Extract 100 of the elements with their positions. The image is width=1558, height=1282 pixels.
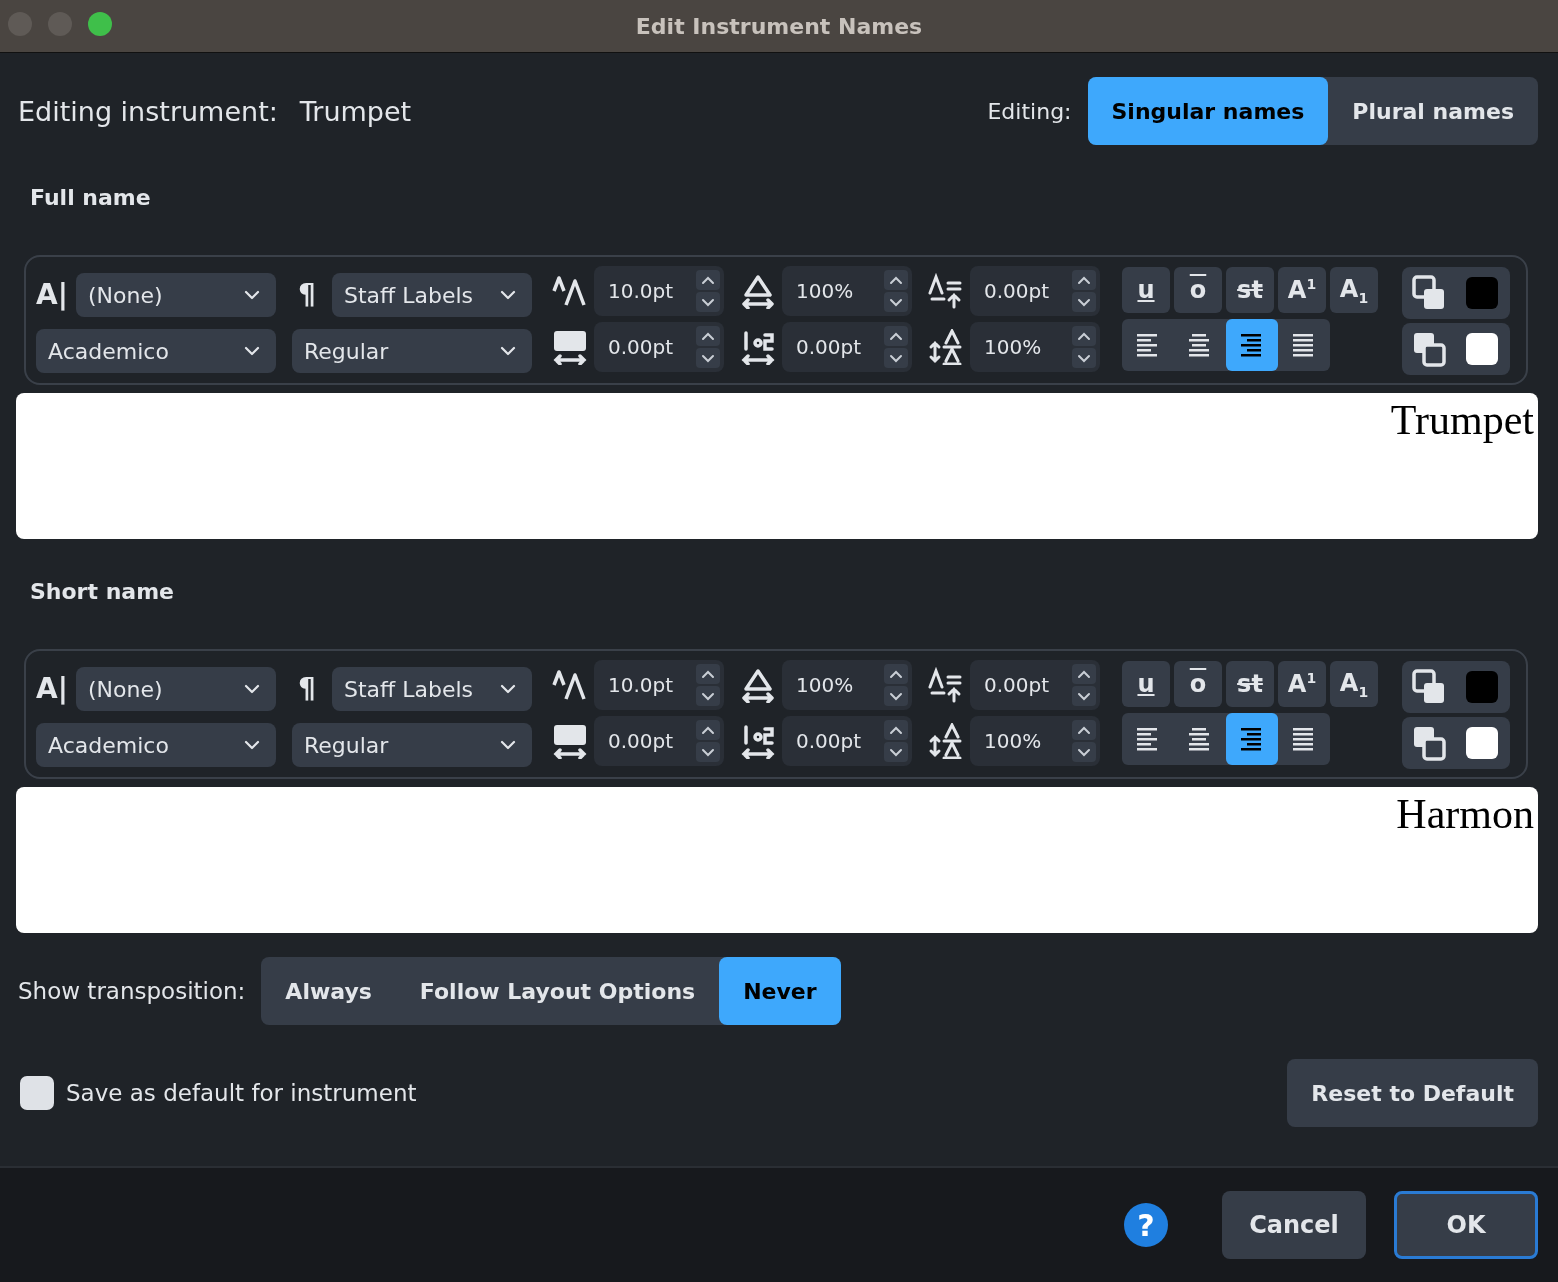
background-layers-icon — [1412, 331, 1446, 367]
strike-button[interactable]: st — [1226, 267, 1274, 313]
strike-button[interactable]: st — [1226, 661, 1274, 707]
segment-tab[interactable]: Plural names — [1328, 77, 1538, 145]
checkbox-label: Save as default for instrument — [66, 1080, 417, 1106]
segment-tab[interactable]: Never — [719, 957, 841, 1025]
step-down-button[interactable] — [884, 686, 908, 706]
character-style-dropdown[interactable]: (None) — [76, 667, 276, 711]
step-down-button[interactable] — [884, 292, 908, 312]
subscript-button[interactable]: A$_{1}$ — [1330, 661, 1378, 707]
spin-field[interactable]: 0.00pt — [970, 660, 1100, 710]
overline-button[interactable]: o — [1174, 661, 1222, 707]
spin-field[interactable]: 100% — [970, 716, 1100, 766]
step-down-button[interactable] — [884, 348, 908, 368]
step-up-button[interactable] — [1072, 720, 1096, 740]
chevron-down-icon — [701, 747, 715, 757]
underline-button[interactable]: u — [1122, 267, 1170, 313]
step-up-button[interactable] — [696, 326, 720, 346]
step-up-button[interactable] — [696, 664, 720, 684]
chevron-down-icon — [500, 684, 516, 694]
name-preview-field[interactable]: Harmon — [16, 787, 1538, 933]
spin-field[interactable]: 0.00pt — [594, 716, 724, 766]
step-down-button[interactable] — [884, 742, 908, 762]
chevron-down-icon — [244, 684, 260, 694]
step-down-button[interactable] — [1072, 292, 1096, 312]
step-up-button[interactable] — [884, 326, 908, 346]
chevron-down-icon — [889, 747, 903, 757]
chevron-up-icon — [1077, 669, 1091, 679]
ok-button[interactable]: OK — [1394, 1191, 1538, 1259]
chevron-up-icon — [1077, 725, 1091, 735]
step-up-button[interactable] — [1072, 664, 1096, 684]
subscript-button[interactable]: A$_{1}$ — [1330, 267, 1378, 313]
chevron-down-icon — [500, 346, 516, 356]
spin-field[interactable]: 0.00pt — [970, 266, 1100, 316]
step-down-button[interactable] — [696, 292, 720, 312]
character-style-dropdown[interactable]: (None) — [76, 273, 276, 317]
help-button[interactable]: ? — [1124, 1203, 1168, 1247]
cancel-button[interactable]: Cancel — [1222, 1191, 1366, 1259]
step-up-button[interactable] — [1072, 326, 1096, 346]
foreground-color-button[interactable] — [1402, 267, 1510, 319]
paragraph-style-dropdown[interactable]: Staff Labels — [332, 273, 532, 317]
segment-tab[interactable]: Singular names — [1087, 77, 1329, 145]
font-dropdown[interactable]: Academico — [36, 723, 276, 767]
chevron-up-icon — [701, 275, 715, 285]
foreground-color-button[interactable] — [1402, 661, 1510, 713]
spin-field[interactable]: 100% — [782, 660, 912, 710]
chevron-down-icon — [701, 353, 715, 363]
segment-tab[interactable]: Always — [261, 957, 396, 1025]
section-heading: Short name — [30, 579, 175, 606]
spin-field[interactable]: 10.0pt — [594, 266, 724, 316]
align-right-button[interactable] — [1226, 713, 1278, 765]
background-color-button[interactable] — [1402, 717, 1510, 769]
step-down-button[interactable] — [1072, 686, 1096, 706]
paragraph-style-dropdown[interactable]: Staff Labels — [332, 667, 532, 711]
font-dropdown[interactable]: Academico — [36, 329, 276, 373]
spin-field[interactable]: 0.00pt — [782, 716, 912, 766]
foreground-layers-icon — [1412, 669, 1446, 705]
chevron-down-icon — [500, 740, 516, 750]
background-color-button[interactable] — [1402, 323, 1510, 375]
zoom-window-button[interactable] — [88, 12, 112, 36]
align-left-icon — [1137, 727, 1159, 751]
chevron-up-icon — [889, 275, 903, 285]
font-style-dropdown[interactable]: Regular — [292, 723, 532, 767]
spin-field[interactable]: 100% — [970, 322, 1100, 372]
spin-field[interactable]: 10.0pt — [594, 660, 724, 710]
step-down-button[interactable] — [696, 742, 720, 762]
chevron-down-icon — [500, 290, 516, 300]
checkbox[interactable] — [20, 1076, 54, 1110]
foreground-layers-icon — [1412, 275, 1446, 311]
align-justify-icon — [1293, 333, 1315, 357]
step-up-button[interactable] — [696, 270, 720, 290]
section-heading: Full name — [30, 185, 152, 212]
step-up-button[interactable] — [696, 720, 720, 740]
step-up-button[interactable] — [884, 720, 908, 740]
spin-field[interactable]: 100% — [782, 266, 912, 316]
font-style-dropdown[interactable]: Regular — [292, 329, 532, 373]
underline-button[interactable]: u — [1122, 661, 1170, 707]
spin-field[interactable]: 0.00pt — [782, 322, 912, 372]
tracking-icon — [552, 329, 588, 365]
chevron-down-icon — [701, 691, 715, 701]
chevron-down-icon — [1077, 691, 1091, 701]
align-right-button[interactable] — [1226, 319, 1278, 371]
line-icon — [928, 329, 964, 365]
step-down-button[interactable] — [1072, 742, 1096, 762]
step-down-button[interactable] — [1072, 348, 1096, 368]
step-up-button[interactable] — [884, 664, 908, 684]
step-down-button[interactable] — [696, 686, 720, 706]
size-icon — [552, 275, 588, 307]
superscript-button[interactable]: A$^{1}$ — [1278, 267, 1326, 313]
spin-field[interactable]: 0.00pt — [594, 322, 724, 372]
step-down-button[interactable] — [696, 348, 720, 368]
step-up-button[interactable] — [884, 270, 908, 290]
baseline-icon — [928, 667, 964, 703]
reset-button[interactable]: Reset to Default — [1287, 1059, 1538, 1127]
step-up-button[interactable] — [1072, 270, 1096, 290]
superscript-button[interactable]: A$^{1}$ — [1278, 661, 1326, 707]
width-icon — [740, 667, 776, 703]
name-preview-field[interactable]: Trumpet — [16, 393, 1538, 539]
overline-button[interactable]: o — [1174, 267, 1222, 313]
segment-tab[interactable]: Follow Layout Options — [395, 957, 720, 1025]
